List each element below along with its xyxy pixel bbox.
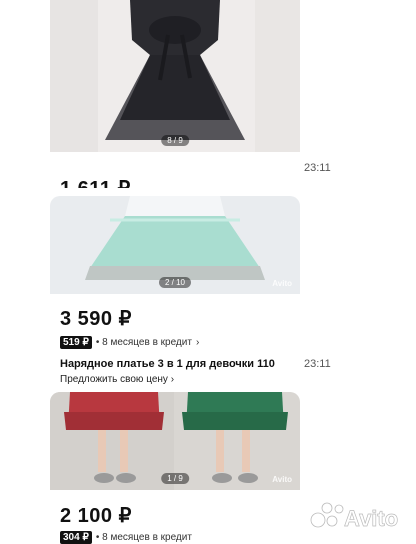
credit-info-2[interactable]: 519 ₽ • 8 месяцев в кредит › xyxy=(60,336,199,349)
offer-text: Предложить свою цену xyxy=(60,374,168,385)
photo-watermark: Avito xyxy=(272,475,292,484)
offer-price-link[interactable]: Предложить свою цену › xyxy=(60,374,174,385)
photo-counter: 1 / 9 xyxy=(161,473,189,484)
listing-card-3[interactable]: 1 / 9 Avito xyxy=(50,392,300,490)
credit-badge: 304 ₽ xyxy=(60,531,92,544)
avito-logo: Avito xyxy=(308,494,408,532)
listing-price-3: 2 100 ₽ xyxy=(60,505,132,527)
photo-counter: 2 / 10 xyxy=(158,277,192,288)
credit-text: • 8 месяцев в кредит xyxy=(95,337,192,348)
listing-photo-3[interactable]: 1 / 9 Avito xyxy=(50,392,300,490)
photo-watermark: Avito xyxy=(272,279,292,288)
listing-price-1: 1 611 ₽ xyxy=(60,176,131,188)
listing-photo-1[interactable]: 8 / 9 xyxy=(50,0,300,152)
listing-time-2: 23:11 xyxy=(304,358,331,370)
listing-price-2: 3 590 ₽ xyxy=(60,308,132,330)
credit-badge: 519 ₽ xyxy=(60,336,92,349)
chevron-right-icon: › xyxy=(195,337,200,348)
listing-time-1: 23:11 xyxy=(304,162,331,174)
chevron-right-icon: › xyxy=(170,374,175,385)
listing-photo-2[interactable]: 2 / 10 Avito xyxy=(50,196,300,294)
logo-text: Avito xyxy=(344,506,398,531)
listing-title-2[interactable]: Нарядное платье 3 в 1 для девочки 110 xyxy=(60,358,275,370)
photo-counter: 8 / 9 xyxy=(161,135,189,146)
listing-card-1[interactable]: 8 / 9 xyxy=(50,0,300,152)
credit-text: • 8 месяцев в кредит xyxy=(95,532,192,543)
listing-card-2[interactable]: 2 / 10 Avito xyxy=(50,196,300,294)
dress-image-black xyxy=(50,0,300,152)
credit-info-3[interactable]: 304 ₽ • 8 месяцев в кредит xyxy=(60,531,192,544)
